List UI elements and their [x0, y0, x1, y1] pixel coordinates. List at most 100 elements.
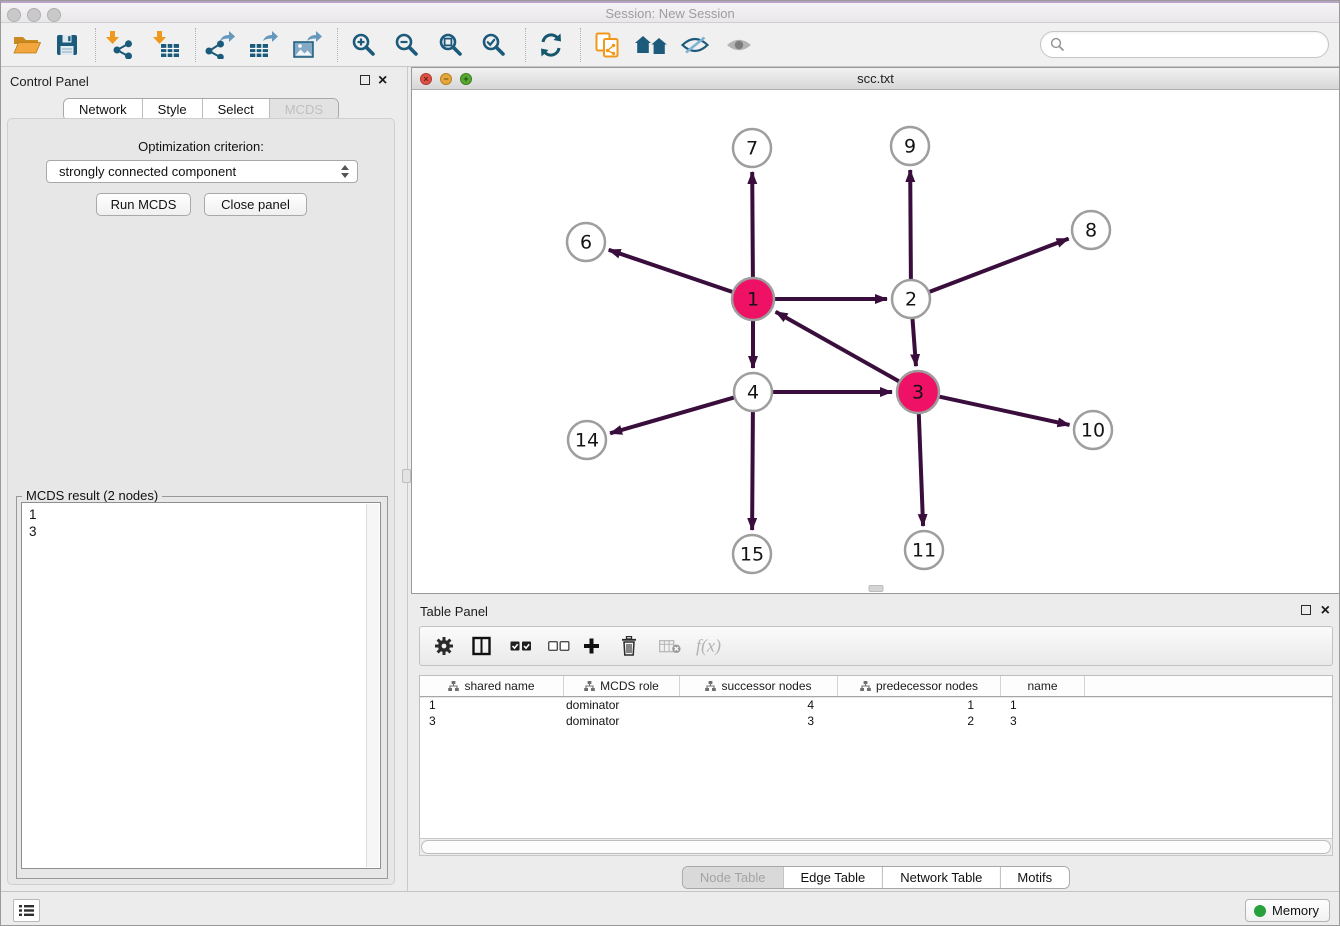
mcds-result-title: MCDS result (2 nodes) — [22, 488, 162, 503]
table-panel-tabs: Node Table Edge Table Network Table Moti… — [682, 866, 1070, 889]
control-panel-float-button[interactable] — [360, 75, 370, 85]
table-row[interactable]: 1dominator411 — [420, 697, 1332, 713]
delete-table-icon — [659, 638, 681, 654]
graph-node-label-9: 9 — [904, 136, 916, 158]
scrollbar-thumb[interactable] — [421, 840, 1331, 854]
graph-edge-2-9[interactable] — [910, 170, 911, 279]
column-header-successor-nodes[interactable]: successor nodes — [680, 676, 838, 696]
import-network-icon — [105, 31, 133, 59]
import-table-button[interactable] — [148, 28, 184, 62]
refresh-view-button[interactable] — [533, 28, 569, 62]
trash-icon — [621, 636, 637, 656]
node-table: shared name MCDS role — [419, 675, 1333, 838]
mcds-result-scrollbar[interactable] — [366, 504, 379, 867]
graph-node-label-11: 11 — [912, 540, 936, 562]
run-mcds-button[interactable]: Run MCDS — [96, 193, 191, 216]
network-window-resize-grip[interactable] — [868, 585, 883, 592]
graph-edge-1-7[interactable] — [752, 172, 753, 277]
tab-motifs[interactable]: Motifs — [999, 867, 1069, 888]
optimization-criterion-label: Optimization criterion: — [8, 139, 394, 154]
tab-network-table[interactable]: Network Table — [882, 867, 999, 888]
show-column-button[interactable] — [472, 637, 491, 656]
mcds-result-textarea[interactable]: 1 3 — [21, 502, 381, 869]
create-column-button[interactable] — [583, 638, 600, 655]
tab-node-table[interactable]: Node Table — [683, 867, 783, 888]
first-neighbors-button[interactable] — [633, 28, 669, 62]
application-window: Session: New Session — [0, 0, 1340, 926]
mcds-result-line: 1 — [22, 503, 380, 523]
column-header-shared-name[interactable]: shared name — [420, 676, 564, 696]
table-settings-button[interactable] — [434, 636, 454, 656]
window-titlebar: Session: New Session — [1, 1, 1339, 23]
export-network-button[interactable] — [202, 28, 238, 62]
control-panel-header: Control Panel × — [1, 67, 401, 97]
export-image-button[interactable] — [289, 28, 325, 62]
hide-selection-button[interactable] — [677, 28, 713, 62]
column-header-predecessor-nodes[interactable]: predecessor nodes — [838, 676, 1001, 696]
task-history-button[interactable] — [13, 899, 40, 922]
zoom-selected-button[interactable] — [476, 28, 512, 62]
table-toolbar: f(x) — [419, 626, 1333, 666]
attribute-icon — [448, 681, 459, 692]
table-cell-shared_name: 1 — [420, 697, 564, 713]
graph-node-label-10: 10 — [1081, 420, 1105, 442]
delete-table-button-disabled — [659, 638, 681, 654]
zoom-out-button[interactable] — [389, 28, 425, 62]
import-table-icon — [152, 31, 180, 59]
graph-edge-3-1[interactable] — [776, 312, 899, 381]
duplicate-network-button[interactable] — [589, 28, 625, 62]
save-session-button[interactable] — [49, 28, 85, 62]
table-row[interactable]: 3dominator323 — [420, 713, 1332, 729]
window-title: Session: New Session — [1, 6, 1339, 21]
memory-button[interactable]: Memory — [1245, 899, 1330, 922]
network-window-titlebar[interactable]: × − + scc.txt — [412, 68, 1339, 90]
network-canvas[interactable]: 1234678910111415 — [412, 90, 1339, 593]
tab-network[interactable]: Network — [64, 99, 142, 120]
control-panel-close-button[interactable]: × — [378, 74, 387, 88]
open-file-button[interactable] — [9, 28, 45, 62]
graph-edge-4-15[interactable] — [752, 412, 753, 530]
table-cell-mcds_role: dominator — [564, 713, 680, 729]
refresh-icon — [538, 32, 564, 58]
close-panel-button[interactable]: Close panel — [204, 193, 307, 216]
table-panel-title: Table Panel — [420, 604, 488, 619]
panel-splitter-grip[interactable] — [402, 469, 411, 483]
tab-select[interactable]: Select — [202, 99, 269, 120]
graph-node-label-6: 6 — [580, 232, 592, 254]
table-panel-float-button[interactable] — [1301, 605, 1311, 615]
export-table-button[interactable] — [245, 28, 281, 62]
network-window-title: scc.txt — [412, 71, 1339, 86]
list-icon — [19, 904, 34, 917]
tab-mcds[interactable]: MCDS — [269, 99, 338, 120]
table-cell-successor_nodes: 4 — [680, 697, 838, 713]
column-header-name[interactable]: name — [1001, 676, 1085, 696]
table-panel-close-button[interactable]: × — [1321, 604, 1330, 618]
graph-edge-3-11[interactable] — [919, 414, 923, 526]
eye-icon — [726, 37, 752, 53]
import-network-button[interactable] — [101, 28, 137, 62]
tab-edge-table[interactable]: Edge Table — [782, 867, 882, 888]
search-input[interactable] — [1040, 31, 1329, 58]
tab-style[interactable]: Style — [142, 99, 202, 120]
graph-node-label-15: 15 — [740, 544, 764, 566]
column-header-mcds-role[interactable]: MCDS role — [564, 676, 680, 696]
criterion-dropdown[interactable]: strongly connected component — [46, 160, 358, 183]
table-horizontal-scrollbar[interactable] — [419, 838, 1333, 856]
mcds-panel: Optimization criterion: strongly connect… — [7, 118, 395, 885]
open-folder-icon — [12, 33, 42, 57]
zoom-fit-button[interactable] — [433, 28, 469, 62]
graph-edge-4-14[interactable] — [610, 398, 734, 434]
show-all-button[interactable] — [721, 28, 757, 62]
graph-node-label-7: 7 — [746, 138, 758, 160]
graph-node-label-1: 1 — [747, 289, 759, 311]
graph-edge-2-3[interactable] — [913, 319, 917, 366]
toolbar-separator — [195, 28, 196, 62]
select-all-columns-button[interactable] — [510, 641, 532, 651]
graph-edge-3-10[interactable] — [940, 397, 1070, 425]
unselect-all-columns-button[interactable] — [548, 641, 570, 651]
delete-column-button[interactable] — [621, 636, 637, 656]
graph-edge-2-8[interactable] — [930, 239, 1069, 292]
graph-edge-1-6[interactable] — [609, 250, 733, 292]
table-header-row: shared name MCDS role — [420, 676, 1332, 697]
zoom-in-button[interactable] — [346, 28, 382, 62]
